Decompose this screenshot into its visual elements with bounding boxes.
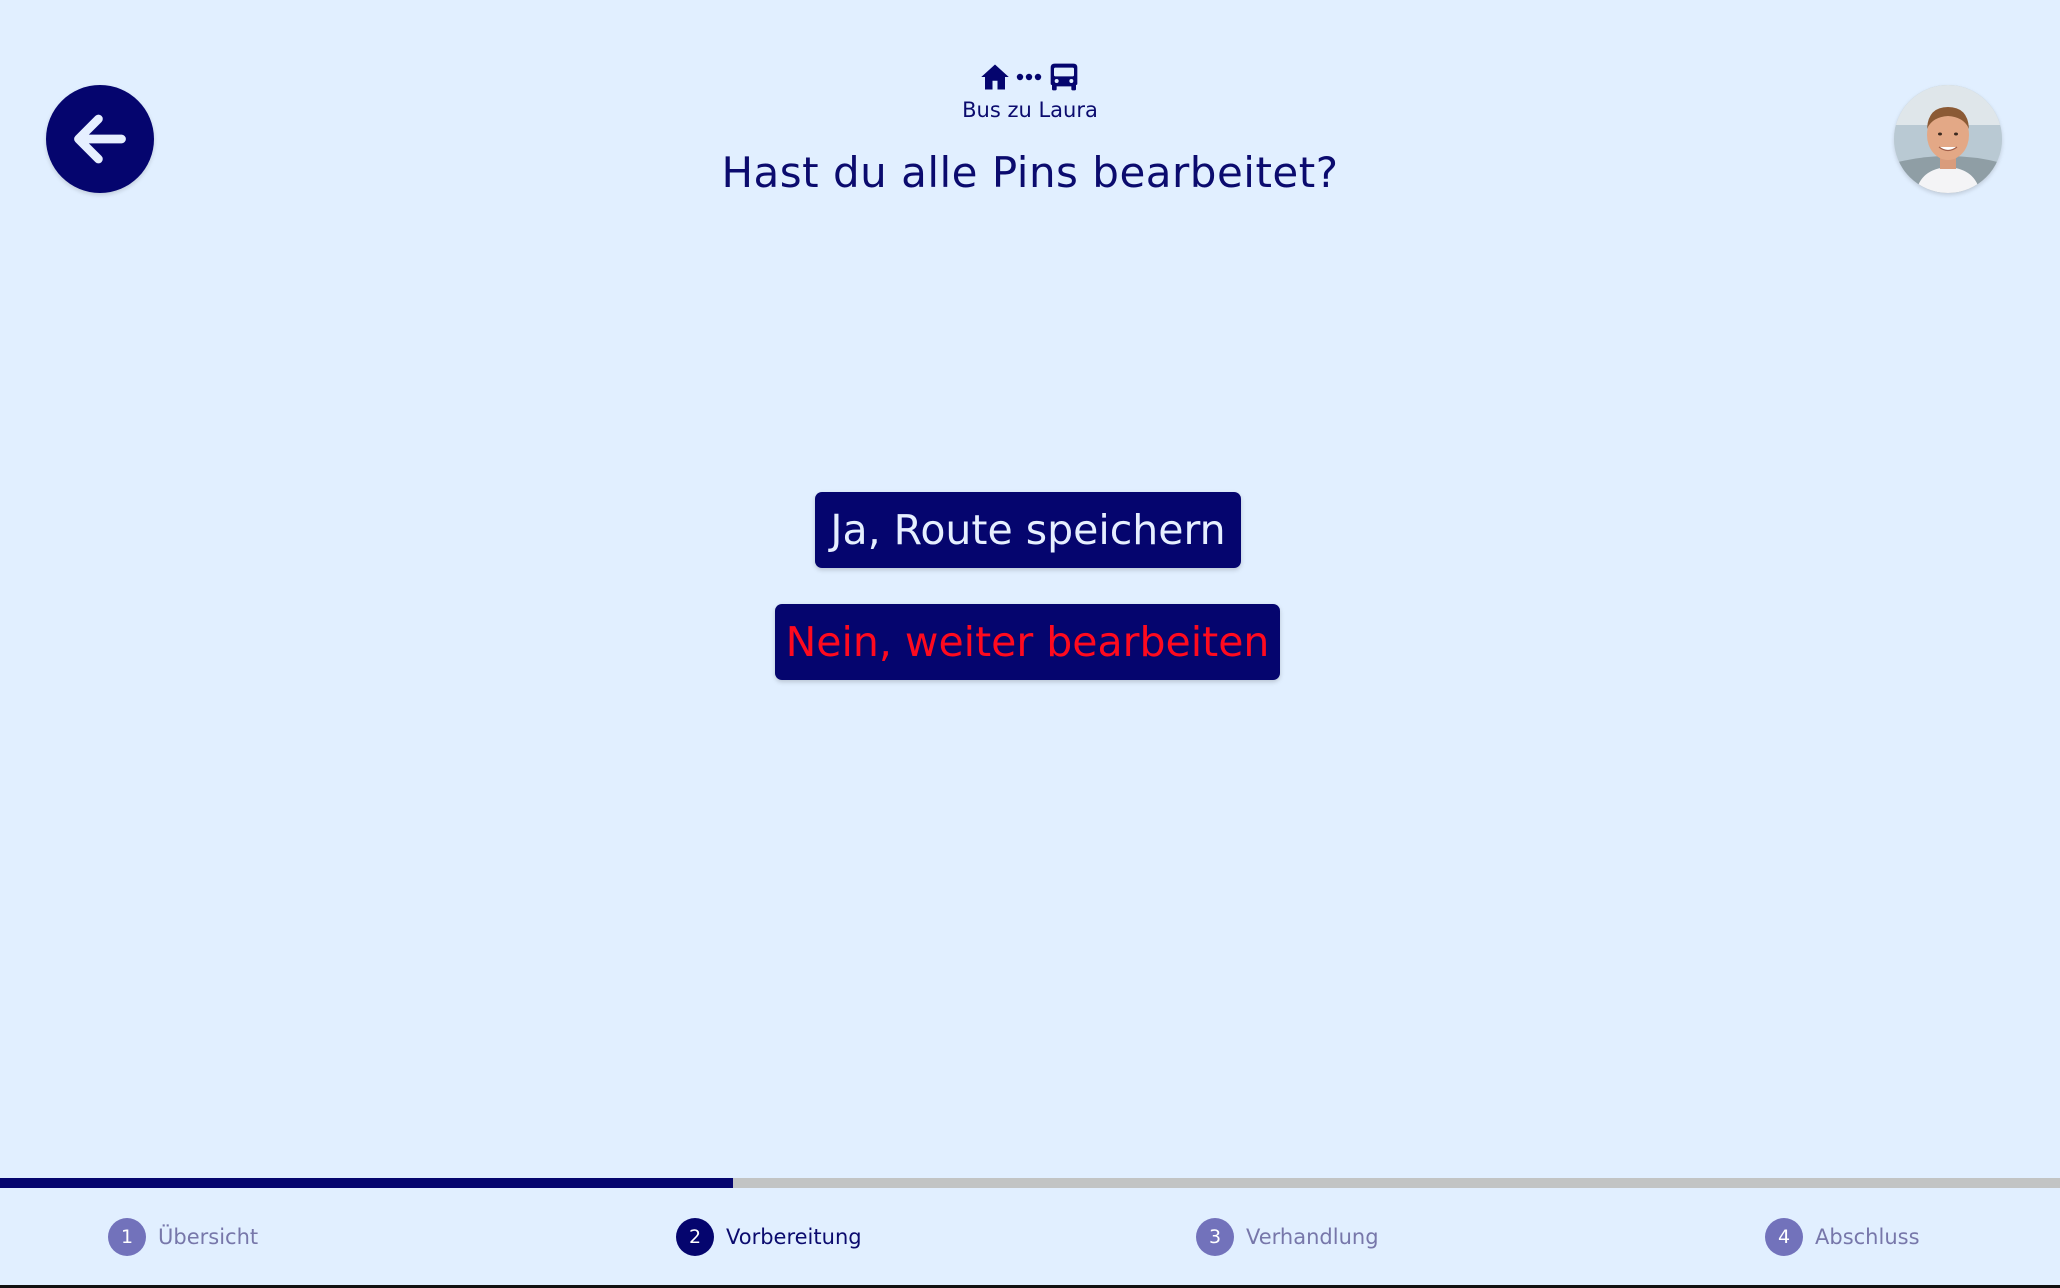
step-negotiation[interactable]: 3 Verhandlung: [1196, 1218, 1379, 1256]
step-label: Verhandlung: [1246, 1225, 1379, 1249]
step-label: Abschluss: [1815, 1225, 1920, 1249]
step-label: Vorbereitung: [726, 1225, 862, 1249]
home-icon: [981, 64, 1009, 90]
step-number: 3: [1196, 1218, 1234, 1256]
bus-icon: [1050, 63, 1078, 91]
save-route-button[interactable]: Ja, Route speichern: [815, 492, 1241, 568]
route-icons: [0, 60, 2060, 94]
page-title: Hast du alle Pins bearbeitet?: [721, 148, 1339, 197]
user-avatar[interactable]: [1894, 85, 2002, 193]
header: Bus zu Laura Hast du alle Pins bearbeite…: [0, 60, 2060, 197]
progress-bar: [0, 1178, 2060, 1188]
step-number: 4: [1765, 1218, 1803, 1256]
continue-editing-button[interactable]: Nein, weiter bearbeiten: [775, 604, 1280, 680]
step-completion[interactable]: 4 Abschluss: [1765, 1218, 1920, 1256]
step-number: 1: [108, 1218, 146, 1256]
step-overview[interactable]: 1 Übersicht: [108, 1218, 258, 1256]
dots-icon: [1016, 73, 1042, 81]
step-preparation[interactable]: 2 Vorbereitung: [676, 1218, 862, 1256]
route-label: Bus zu Laura: [962, 98, 1098, 122]
step-number: 2: [676, 1218, 714, 1256]
step-label: Übersicht: [158, 1225, 259, 1249]
progress-fill: [0, 1178, 734, 1188]
avatar-photo: [1894, 85, 2002, 193]
